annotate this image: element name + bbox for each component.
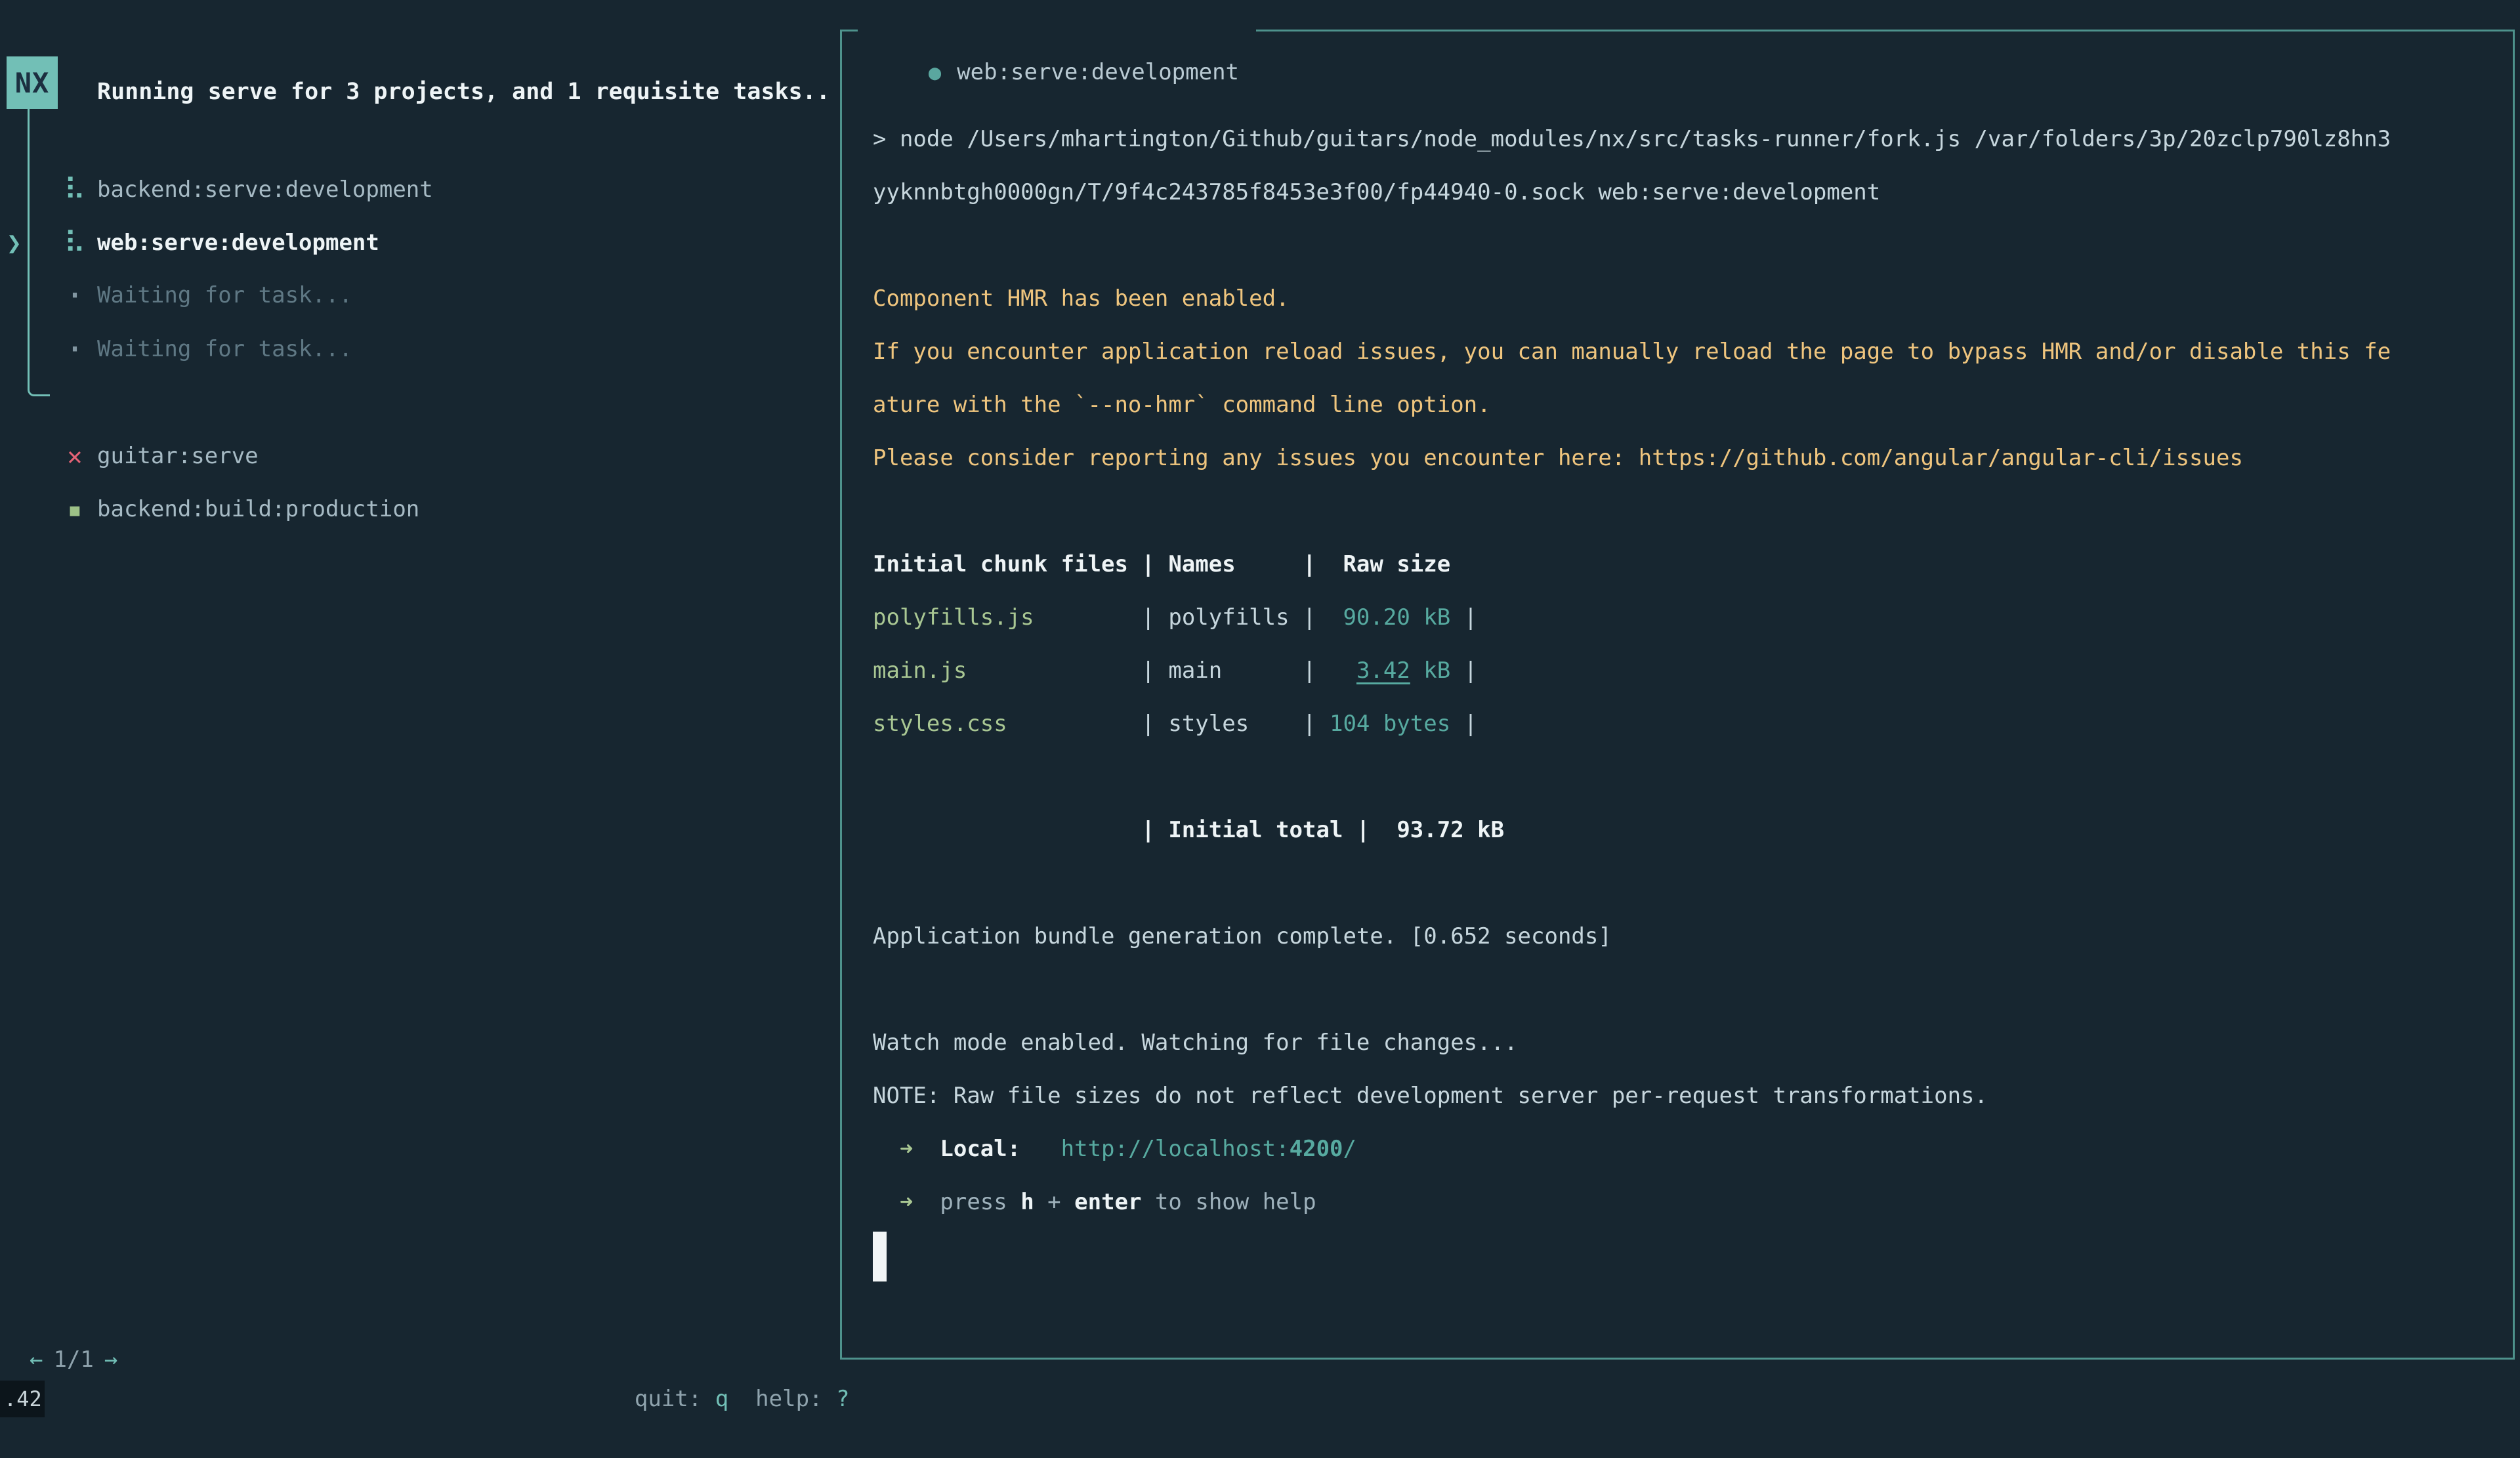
task-label: Waiting for task... <box>97 329 352 369</box>
terminal-text-segment <box>873 1189 900 1215</box>
terminal-text-segment: kB <box>1410 657 1450 684</box>
task-error-icon: ✕ <box>56 436 93 476</box>
quit-key: q <box>715 1386 728 1412</box>
terminal-text-segment: ➜ <box>900 1136 913 1162</box>
task-spinner-icon: ⠧ <box>56 223 93 262</box>
terminal-line: polyfills.js | polyfills | 90.20 kB | <box>873 591 2493 644</box>
terminal-text-segment: ature with the `--no-hmr` command line o… <box>873 392 1491 418</box>
terminal-text-segment: ➜ <box>900 1189 913 1215</box>
terminal-text-segment: styles.css <box>873 711 1141 737</box>
quit-hint-label: quit: <box>635 1386 715 1412</box>
terminal-line: Initial chunk files | Names | Raw size <box>873 538 2493 591</box>
terminal-line: styles.css | styles | 104 bytes | <box>873 698 2493 751</box>
terminal-text-segment: Local: <box>940 1136 1020 1162</box>
nx-logo: NX <box>7 56 58 109</box>
hint-spacer <box>728 1386 755 1412</box>
task-label: web:serve:development <box>97 223 379 262</box>
terminal-text-segment <box>873 1136 900 1162</box>
terminal-text-segment: | <box>1450 657 1477 684</box>
task-row-backend-build[interactable]: ▪ backend:build:production <box>0 489 840 529</box>
terminal-text-segment: Watch mode enabled. Watching for file ch… <box>873 1030 1518 1056</box>
terminal-text-segment: Component HMR has been enabled. <box>873 285 1290 312</box>
task-label: Waiting for task... <box>97 276 352 315</box>
terminal-line: ature with the `--no-hmr` command line o… <box>873 379 2493 432</box>
terminal-text-segment: + <box>1034 1189 1074 1215</box>
terminal-text-segment: h <box>1020 1189 1034 1215</box>
terminal-line <box>873 751 2493 804</box>
terminal-text-segment: | <box>1450 711 1477 737</box>
terminal-line: yyknnbtgh0000gn/T/9f4c243785f8453e3f00/f… <box>873 166 2493 219</box>
terminal-text-segment <box>913 1136 940 1162</box>
terminal-text-segment: http://localhost: <box>1061 1136 1290 1162</box>
terminal-line: Application bundle generation complete. … <box>873 910 2493 963</box>
task-pending-dot-icon: · <box>56 329 93 369</box>
terminal-text-segment <box>1020 1136 1060 1162</box>
terminal-line <box>873 857 2493 910</box>
help-key: ? <box>836 1386 849 1412</box>
terminal-text-segment: | Initial total | 93.72 kB <box>873 817 1504 843</box>
task-label: backend:serve:development <box>97 170 433 209</box>
terminal-text-segment: 104 bytes <box>1316 711 1451 737</box>
terminal-line: ➜ Local: http://localhost:4200/ <box>873 1123 2493 1176</box>
pager-next-icon[interactable]: → <box>104 1346 117 1373</box>
terminal-text-segment: Please consider reporting any issues you… <box>873 445 2243 471</box>
terminal-text-segment: to show help <box>1141 1189 1316 1215</box>
key-hints: quit: q help: ? <box>581 1340 849 1379</box>
terminal-line <box>873 485 2493 538</box>
sidebar: NX Running serve for 3 projects, and 1 r… <box>0 0 840 1417</box>
terminal-line: NOTE: Raw file sizes do not reflect deve… <box>873 1070 2493 1123</box>
terminal-line: Watch mode enabled. Watching for file ch… <box>873 1016 2493 1070</box>
selected-task-arrow-icon: ❯ <box>7 223 22 262</box>
terminal-text-segment: polyfills.js <box>873 604 1141 631</box>
terminal-text-segment: If you encounter application reload issu… <box>873 339 2391 365</box>
task-row-waiting-1[interactable]: · Waiting for task... <box>0 276 840 315</box>
terminal-line <box>873 1229 2493 1282</box>
terminal-text-segment: 3.42 <box>1356 657 1410 684</box>
terminal-text-segment: press <box>940 1189 1020 1215</box>
terminal-text-segment <box>1316 657 1356 684</box>
terminal-text-segment: 4200 <box>1290 1136 1343 1162</box>
terminal-text-segment: | <box>1450 604 1477 631</box>
terminal-line: Please consider reporting any issues you… <box>873 432 2493 485</box>
page-title: Running serve for 3 projects, and 1 requ… <box>97 72 830 112</box>
terminal-text-segment: > node /Users/mhartington/Github/guitars… <box>873 126 2391 152</box>
task-pending-dot-icon: · <box>56 276 93 315</box>
task-row-web-serve[interactable]: ❯ ⠧ web:serve:development <box>0 223 840 262</box>
terminal-text-segment: | main | <box>1141 657 1316 684</box>
pager-prev-icon[interactable]: ← <box>30 1346 43 1373</box>
task-success-icon: ▪ <box>56 489 93 529</box>
task-row-guitar-serve[interactable]: ✕ guitar:serve <box>0 436 840 476</box>
terminal-line: Component HMR has been enabled. <box>873 272 2493 325</box>
pager-count: 1/1 <box>53 1346 93 1373</box>
terminal-text-segment: enter <box>1074 1189 1141 1215</box>
terminal-line <box>873 219 2493 272</box>
terminal-text-segment: / <box>1343 1136 1356 1162</box>
terminal-text-segment <box>913 1189 940 1215</box>
task-row-waiting-2[interactable]: · Waiting for task... <box>0 329 840 369</box>
terminal-line: main.js | main | 3.42 kB | <box>873 644 2493 698</box>
terminal-text-segment: main.js <box>873 657 1141 684</box>
terminal-output[interactable]: > node /Users/mhartington/Github/guitars… <box>842 31 2513 1358</box>
terminal-text-segment: Application bundle generation complete. … <box>873 923 1612 949</box>
task-spinner-icon: ⠧ <box>56 170 93 209</box>
terminal-cursor <box>873 1232 887 1281</box>
log-panel: ●web:serve:development > node /Users/mha… <box>840 30 2515 1360</box>
stray-fragment: .42 <box>0 1381 45 1417</box>
task-label: guitar:serve <box>97 436 259 476</box>
help-hint-label: help: <box>755 1386 836 1412</box>
terminal-text-segment: NOTE: Raw file sizes do not reflect deve… <box>873 1083 1988 1109</box>
terminal-line: | Initial total | 93.72 kB <box>873 804 2493 857</box>
terminal-text-segment: 90.20 kB <box>1316 604 1451 631</box>
terminal-line: ➜ press h + enter to show help <box>873 1176 2493 1229</box>
terminal-text-segment: yyknnbtgh0000gn/T/9f4c243785f8453e3f00/f… <box>873 179 1880 205</box>
terminal-line: > node /Users/mhartington/Github/guitars… <box>873 113 2493 166</box>
terminal-text-segment: Initial chunk files | Names | Raw size <box>873 551 1450 577</box>
terminal-line <box>873 963 2493 1016</box>
pager: ← 1/1 → <box>30 1340 117 1379</box>
terminal-text-segment: | styles | <box>1141 711 1316 737</box>
task-row-backend-serve[interactable]: ⠧ backend:serve:development <box>0 170 840 209</box>
terminal-line: If you encounter application reload issu… <box>873 325 2493 379</box>
task-label: backend:build:production <box>97 489 419 529</box>
terminal-text-segment: | polyfills | <box>1141 604 1316 631</box>
